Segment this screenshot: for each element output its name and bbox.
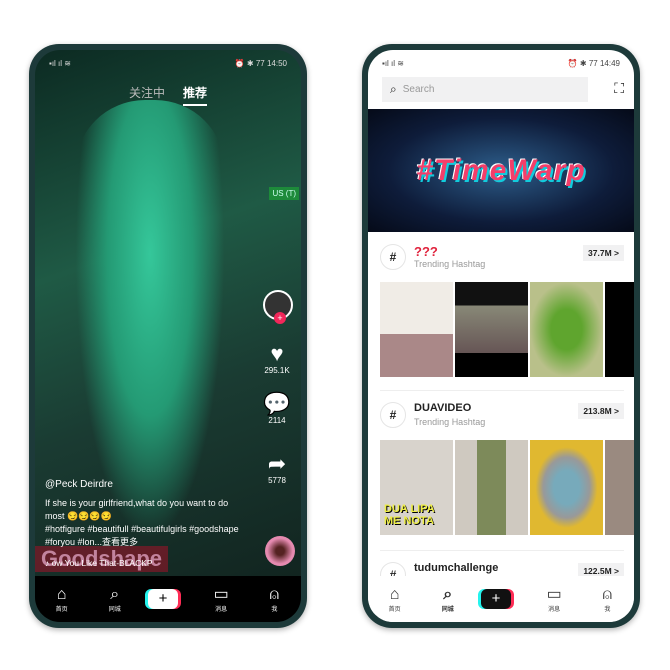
plus-icon: + — [147, 589, 178, 609]
video-thumbnail[interactable] — [530, 282, 603, 377]
status-bar: ▪ıl ıl ≋ ⏰ ✱ 77 14:49 — [382, 56, 620, 70]
hashtag-subtitle: Trending Hashtag — [414, 417, 486, 427]
profile-icon: ⍝ — [269, 585, 280, 603]
alarm-icon: ⏰ ✱ — [234, 58, 256, 68]
banner-title: #TimeWarp — [416, 153, 586, 187]
share-count: 5778 — [268, 476, 286, 485]
nav-label: 消息 — [215, 606, 228, 613]
video-content — [75, 100, 225, 540]
nav-profile[interactable]: ⍝ 我 — [254, 586, 294, 613]
region-badge: US (T) — [269, 187, 299, 200]
clock: 14:50 — [266, 58, 287, 68]
follow-plus-icon[interactable]: + — [274, 312, 286, 324]
hashtag-icon: # — [380, 244, 406, 270]
bottom-nav: ⌂ 首页 ⌕ 同城 + ▭ 消息 ⍝ 我 — [35, 576, 301, 622]
video-caption: @Peck Deirdre If she is your girlfriend,… — [45, 478, 245, 570]
share-icon: ➦ — [267, 451, 287, 476]
nav-home[interactable]: ⌂ 首页 — [375, 586, 415, 613]
nav-inbox[interactable]: ▭ 消息 — [534, 586, 574, 613]
tab-for-you[interactable]: 推荐 — [183, 86, 208, 106]
comment-button[interactable]: 💬 2114 — [259, 391, 295, 426]
alarm-icon: ⏰ ✱ — [567, 58, 589, 68]
music-title[interactable]: ♪ ow You Like That-BLACKP — [45, 557, 245, 570]
see-more-link[interactable]: 查看更多 — [102, 537, 138, 547]
nav-label: 同城 — [441, 606, 454, 613]
search-icon: ⌕ — [110, 585, 120, 603]
creator-avatar[interactable]: + — [263, 290, 293, 324]
video-thumbnail[interactable] — [530, 440, 603, 535]
discover-screen: ▪ıl ıl ≋ ⏰ ✱ 77 14:49 ⌕ Search ⛶ #TimeWar… — [368, 50, 634, 622]
hashtag-icon: # — [380, 402, 406, 428]
hashtag-name: DUAVIDEO — [414, 402, 472, 414]
nav-nearby[interactable]: ⌕ 同城 — [95, 586, 135, 613]
nav-nearby[interactable]: ⌕ 同城 — [428, 586, 468, 613]
divider — [380, 550, 624, 551]
feed-tabs: 关注中 推荐 — [35, 84, 301, 106]
comment-icon: 💬 — [263, 391, 291, 416]
video-thumbnail[interactable] — [605, 440, 634, 535]
nav-inbox[interactable]: ▭ 消息 — [201, 586, 241, 613]
search-input[interactable]: ⌕ Search — [382, 77, 588, 102]
nav-create[interactable]: + — [480, 589, 521, 609]
left-phone: ▪ıl ıl ≋ ⏰ ✱ 77 14:50 关注中 推荐 US (T) + ♥ 29… — [29, 44, 307, 628]
scan-icon[interactable]: ⛶ — [614, 80, 624, 97]
nav-label: 首页 — [55, 606, 68, 613]
bottom-nav: ⌂ 首页 ⌕ 同城 + ▭ 消息 ⍝ 我 — [368, 576, 634, 622]
home-icon: ⌂ — [389, 585, 400, 603]
search-icon: ⌕ — [443, 585, 453, 603]
nav-profile[interactable]: ⍝ 我 — [587, 586, 627, 613]
thumbnail-text: DUA LIPA ME NOTA — [384, 503, 435, 527]
video-thumbnail[interactable]: DUA LIPA ME NOTA — [380, 440, 453, 535]
tab-following[interactable]: 关注中 — [129, 86, 165, 100]
search-icon: ⌕ — [390, 82, 397, 96]
battery-level: 77 — [255, 58, 265, 68]
status-bar: ▪ıl ıl ≋ ⏰ ✱ 77 14:50 — [49, 56, 287, 70]
nav-home[interactable]: ⌂ 首页 — [42, 586, 82, 613]
nav-label: 我 — [604, 606, 611, 613]
inbox-icon: ▭ — [546, 585, 562, 603]
nav-label: 消息 — [548, 606, 561, 613]
hashtag-thumbnails: DUA LIPA ME NOTA — [380, 440, 634, 535]
hashtag-row[interactable]: # DUAVIDEO Trending Hashtag 213.8M > — [368, 398, 634, 438]
battery-level: 77 — [588, 58, 598, 68]
clock: 14:49 — [599, 58, 620, 68]
like-button[interactable]: ♥ 295.1K — [259, 341, 295, 376]
share-button[interactable]: ➦ 5778 — [259, 451, 295, 486]
promo-banner[interactable]: #TimeWarp — [368, 109, 634, 232]
heart-icon: ♥ — [270, 341, 284, 366]
signal-icon: ▪ıl ıl ≋ — [49, 58, 71, 68]
hashtag-subtitle: Trending Hashtag — [414, 259, 486, 269]
nav-label: 同城 — [108, 606, 121, 613]
video-thumbnail[interactable] — [605, 282, 634, 377]
caption-text: If she is your girlfriend,what do you wa… — [45, 498, 229, 521]
right-phone: ▪ıl ıl ≋ ⏰ ✱ 77 14:49 ⌕ Search ⛶ #TimeWar… — [362, 44, 640, 628]
video-thumbnail[interactable] — [380, 282, 453, 377]
divider — [380, 390, 624, 391]
nav-label: 我 — [271, 606, 278, 613]
profile-icon: ⍝ — [602, 585, 613, 603]
home-icon: ⌂ — [56, 585, 67, 603]
hashtag-row[interactable]: # ??? Trending Hashtag 37.7M > — [368, 240, 634, 280]
like-count: 295.1K — [264, 366, 290, 375]
music-disc[interactable] — [265, 536, 295, 566]
plus-icon: + — [480, 589, 511, 609]
video-feed-screen[interactable]: ▪ıl ıl ≋ ⏰ ✱ 77 14:50 关注中 推荐 US (T) + ♥ 29… — [35, 50, 301, 622]
hashtag-name: ??? — [414, 244, 438, 259]
video-thumbnail[interactable] — [455, 440, 528, 535]
hashtag-name: tudumchallenge — [414, 562, 499, 574]
username[interactable]: @Peck Deirdre — [45, 478, 245, 491]
hashtag-count[interactable]: 37.7M > — [583, 245, 624, 261]
inbox-icon: ▭ — [213, 585, 229, 603]
comment-count: 2114 — [268, 416, 286, 425]
nav-create[interactable]: + — [147, 589, 188, 609]
nav-label: 首页 — [388, 606, 401, 613]
search-placeholder: Search — [402, 84, 435, 95]
caption-hashtags[interactable]: #hotfigure #beautifull #beautifulgirls #… — [45, 524, 239, 547]
signal-icon: ▪ıl ıl ≋ — [382, 58, 404, 68]
hashtag-count[interactable]: 213.8M > — [578, 403, 624, 419]
video-thumbnail[interactable] — [455, 282, 528, 377]
hashtag-thumbnails — [380, 282, 634, 377]
